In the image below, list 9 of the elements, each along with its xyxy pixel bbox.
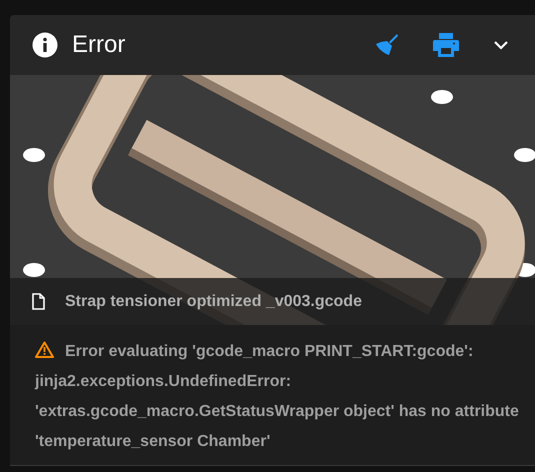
printer-icon: [433, 33, 459, 57]
file-name: Strap tensioner optimized _v003.gcode: [65, 292, 362, 310]
chevron-icon: [493, 40, 509, 50]
info-icon: [32, 32, 58, 58]
panel-title: Error: [72, 31, 126, 59]
broom-icon: [375, 33, 399, 57]
warning-icon: [35, 341, 54, 358]
file-icon: [32, 293, 45, 310]
error-message: Error evaluating 'gcode_macro PRINT_START:gcode': jinja2.exceptions.UndefinedError: 'extras.gcode_macro.GetStatusWrapper object' has no attribute 'temperature_sensor Chamber': [35, 340, 520, 452]
